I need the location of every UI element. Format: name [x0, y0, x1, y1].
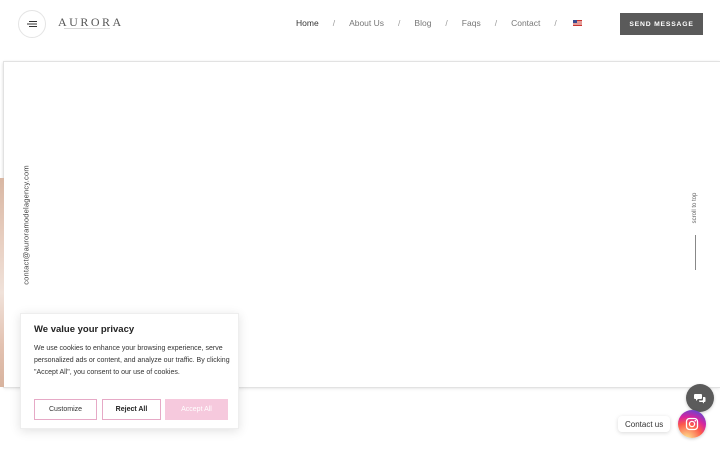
logo-tagline-line	[64, 28, 110, 29]
cookie-reject-all-button[interactable]: Reject All	[102, 399, 161, 420]
nav-separator: /	[494, 18, 498, 28]
nav-item-blog[interactable]: Blog	[414, 18, 431, 28]
nav-separator: /	[398, 18, 401, 28]
cookie-title: We value your privacy	[34, 324, 135, 335]
scroll-to-top-link[interactable]: scroll to top	[692, 193, 698, 224]
contact-us-label[interactable]: Contact us	[618, 416, 671, 432]
instagram-icon	[685, 417, 699, 431]
nav-separator: /	[332, 18, 336, 28]
instagram-button[interactable]	[678, 410, 706, 438]
send-message-button[interactable]: SEND MESSAGE	[620, 13, 703, 35]
us-flag-icon[interactable]	[572, 20, 582, 26]
menu-toggle-button[interactable]	[18, 10, 46, 38]
nav-item-home[interactable]: Home	[296, 18, 319, 28]
cookie-accept-all-button[interactable]: Accept All	[165, 399, 228, 420]
chat-widget-button[interactable]	[686, 384, 714, 412]
site-header: AURORA Home / About Us / Blog / Faqs / C…	[0, 0, 720, 62]
hero-image-edge	[0, 178, 4, 387]
main-nav: Home / About Us / Blog / Faqs / Contact …	[296, 18, 582, 28]
nav-item-faqs[interactable]: Faqs	[462, 18, 481, 28]
menu-icon	[27, 21, 37, 27]
page: AURORA Home / About Us / Blog / Faqs / C…	[0, 0, 720, 450]
nav-item-about-us[interactable]: About Us	[349, 18, 384, 28]
nav-separator: /	[445, 18, 448, 28]
scroll-indicator-line	[695, 235, 696, 270]
cookie-consent-banner: We value your privacy We use cookies to …	[20, 313, 239, 429]
nav-item-contact[interactable]: Contact	[511, 18, 540, 28]
cookie-body-text: We use cookies to enhance your browsing …	[34, 345, 230, 376]
chat-bubbles-icon	[694, 393, 706, 403]
contact-email-link[interactable]: contact@auroramodelagency.com	[22, 165, 31, 285]
nav-separator: /	[554, 18, 557, 28]
cookie-customize-button[interactable]: Customize	[34, 399, 97, 420]
